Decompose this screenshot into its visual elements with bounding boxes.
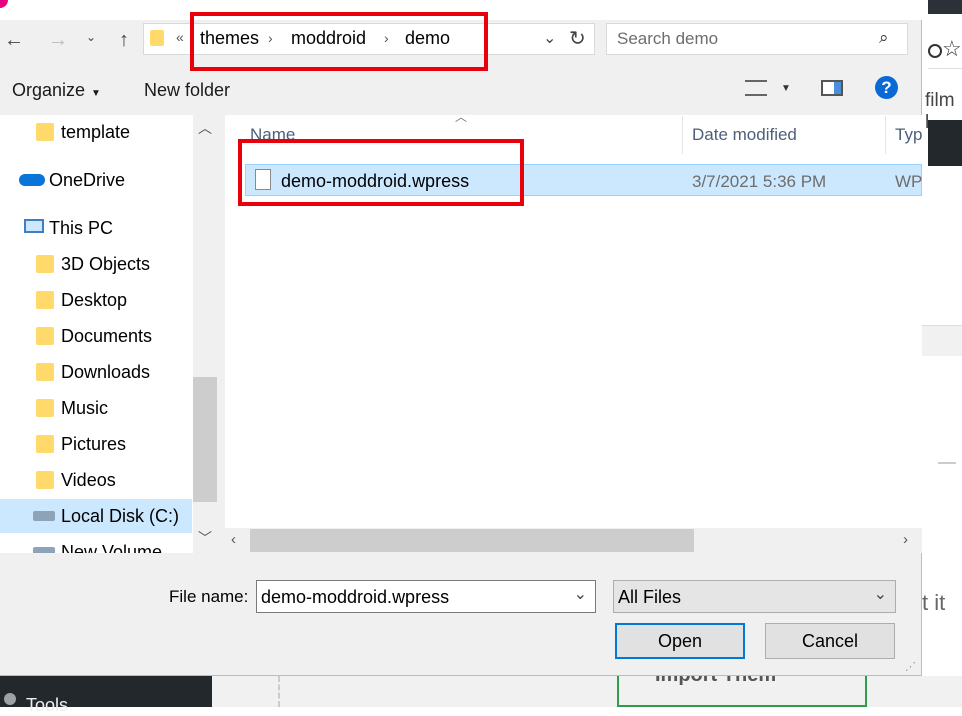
organize-dropdown-icon: ▼ — [91, 88, 101, 99]
nav-scrollbar-thumb[interactable] — [193, 377, 217, 502]
address-dropdown-chevron-icon[interactable]: ⌄ — [543, 28, 556, 48]
nav-item-new-volume-e[interactable]: New Volume (E:) — [0, 535, 192, 553]
scroll-right-chevron-icon[interactable]: › — [903, 531, 908, 548]
highlight-box-breadcrumb — [190, 12, 488, 71]
column-header-type[interactable]: Typ — [895, 125, 922, 145]
nav-item-label: template — [61, 122, 131, 142]
nav-item-desktop[interactable]: Desktop — [0, 283, 192, 317]
nav-item-label: This PC — [49, 218, 114, 238]
nav-item-documents[interactable]: Documents — [0, 319, 192, 353]
file-type-dropdown-icon[interactable]: ⌄ — [874, 584, 887, 604]
background-dashed-line — [278, 676, 282, 707]
3d-objects-icon — [36, 255, 54, 273]
horizontal-scrollbar-thumb[interactable] — [250, 529, 694, 552]
nav-item-this-pc[interactable]: This PC — [0, 211, 192, 245]
background-admin-bar — [928, 0, 962, 14]
change-view-icon[interactable] — [745, 80, 767, 96]
recent-locations-chevron-icon[interactable]: ⌄ — [86, 30, 96, 44]
cancel-button[interactable]: Cancel — [765, 623, 895, 659]
view-dropdown-icon[interactable]: ▼ — [781, 83, 791, 94]
nav-item-label: Local Disk (C:) — [61, 506, 180, 526]
desktop-icon — [36, 291, 54, 309]
nav-item-label: OneDrive — [49, 170, 126, 190]
breadcrumb-overflow[interactable]: « — [176, 29, 184, 45]
tools-icon — [4, 693, 16, 705]
nav-item-music[interactable]: Music — [0, 391, 192, 425]
nav-item-downloads[interactable]: Downloads — [0, 355, 192, 389]
forward-arrow-icon[interactable]: → — [46, 28, 70, 52]
star-icon: ☆ — [942, 36, 962, 61]
background-circle-icon — [928, 44, 942, 58]
sort-ascending-icon: ︿ — [455, 110, 468, 124]
file-name-dropdown-icon[interactable]: ⌄ — [574, 584, 587, 604]
videos-icon — [36, 471, 54, 489]
refresh-icon[interactable]: ↻ — [569, 26, 586, 51]
column-header-date-modified[interactable]: Date modified — [692, 125, 797, 145]
folder-icon — [36, 123, 54, 141]
nav-item-pictures[interactable]: Pictures — [0, 427, 192, 461]
new-folder-button[interactable]: New folder — [144, 80, 230, 101]
computer-icon — [24, 219, 44, 233]
organize-label: Organize — [12, 80, 86, 100]
downloads-icon — [36, 363, 54, 381]
file-type-value: All Files — [618, 587, 682, 607]
file-name-label: File name: — [169, 587, 249, 606]
background-panel — [922, 325, 962, 356]
back-arrow-icon[interactable]: ← — [2, 28, 26, 52]
background-text-tools: Tools — [26, 695, 69, 715]
background-text-it: t it — [922, 590, 946, 615]
file-name-field[interactable]: demo-moddroid.wpress ⌄ — [256, 580, 596, 613]
resize-grip-icon[interactable]: ⋰ — [905, 660, 916, 673]
search-icon[interactable]: ⌕ — [879, 28, 889, 48]
file-name-value: demo-moddroid.wpress — [261, 587, 450, 607]
preview-pane-icon[interactable] — [821, 80, 843, 96]
nav-item-template[interactable]: template — [0, 115, 192, 149]
nav-item-label: Videos — [61, 470, 116, 490]
nav-item-label: Music — [61, 398, 109, 418]
scroll-up-chevron-icon[interactable]: ︿ — [198, 118, 212, 138]
file-type-cell: WP — [895, 172, 923, 191]
background-dash — [938, 462, 956, 464]
music-icon — [36, 399, 54, 417]
help-icon[interactable]: ? — [875, 76, 898, 99]
organize-button[interactable]: Organize ▼ — [12, 80, 101, 101]
nav-item-label: Downloads — [61, 362, 151, 382]
nav-item-local-disk-c[interactable]: Local Disk (C:) — [0, 499, 192, 533]
nav-item-label: Pictures — [61, 434, 127, 454]
search-input[interactable]: Search demo — [617, 29, 718, 49]
nav-item-label: Desktop — [61, 290, 128, 310]
pictures-icon — [36, 435, 54, 453]
column-separator — [885, 116, 886, 154]
highlight-box-file — [238, 139, 524, 206]
nav-item-label: 3D Objects — [61, 254, 151, 274]
nav-item-label: New Volume (E:) — [61, 542, 163, 553]
nav-item-videos[interactable]: Videos — [0, 463, 192, 497]
nav-item-onedrive[interactable]: OneDrive — [0, 163, 192, 197]
scroll-left-chevron-icon[interactable]: ‹ — [231, 531, 236, 548]
navigation-pane: template OneDrive This PC 3D Objects Des… — [0, 115, 217, 553]
drive-icon — [33, 511, 55, 521]
documents-icon — [36, 327, 54, 345]
address-folder-icon — [150, 30, 164, 46]
open-button[interactable]: Open — [615, 623, 745, 659]
file-date-cell: 3/7/2021 5:36 PM — [692, 172, 827, 191]
column-separator — [682, 116, 683, 154]
background-divider — [928, 68, 962, 69]
file-type-select[interactable]: All Files ⌄ — [613, 580, 896, 613]
background-dark-strip — [928, 120, 962, 166]
drive-icon — [33, 547, 55, 553]
scroll-down-chevron-icon[interactable]: ﹀ — [198, 528, 212, 548]
cloud-icon — [19, 174, 45, 186]
nav-item-label: Documents — [61, 326, 153, 346]
up-arrow-icon[interactable]: ↑ — [112, 28, 136, 52]
nav-item-3d-objects[interactable]: 3D Objects — [0, 247, 192, 281]
